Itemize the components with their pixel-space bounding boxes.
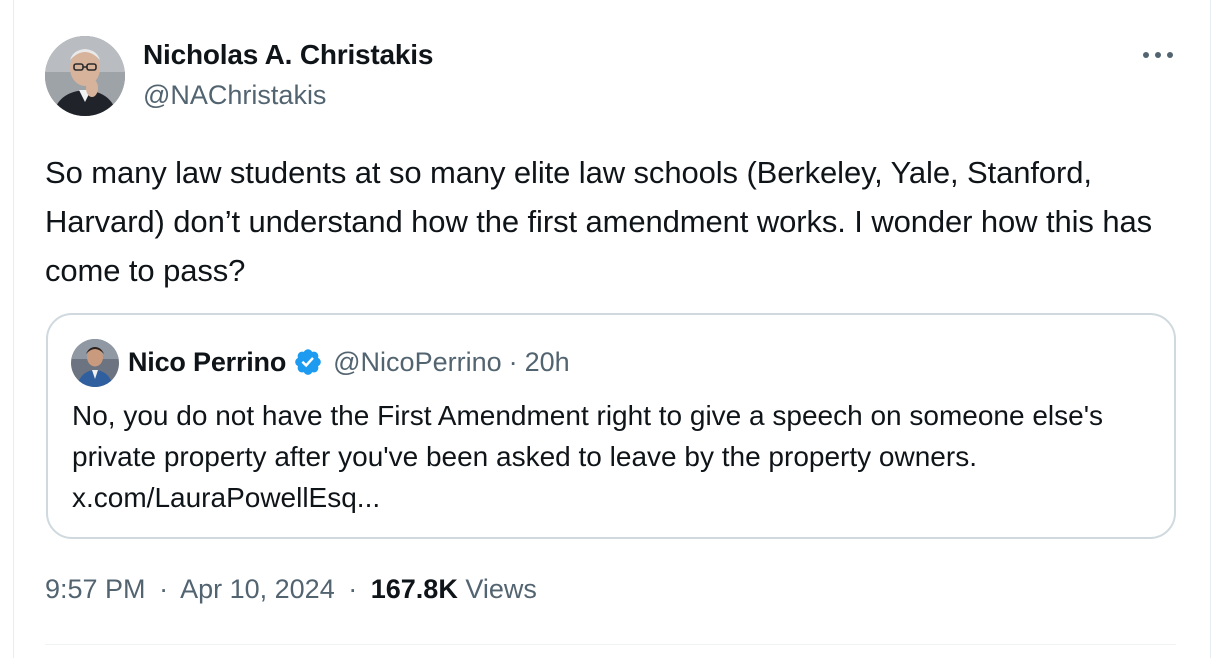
divider [45,644,1176,645]
quoted-author-handle[interactable]: @NicoPerrino [333,347,501,378]
quoted-tweet-time[interactable]: 20h [525,347,570,378]
tweet-time[interactable]: 9:57 PM [45,574,146,604]
views-label: Views [465,574,537,604]
tweet-text: So many law students at so many elite la… [45,155,1153,288]
author-display-name[interactable]: Nicholas A. Christakis [143,39,433,71]
more-horizontal-icon [1143,52,1173,58]
author-handle[interactable]: @NAChristakis [143,80,326,111]
quoted-tweet-header: Nico Perrino @NicoPerrino · 20h [128,345,570,379]
tweet-date[interactable]: Apr 10, 2024 [180,574,335,604]
more-options-button[interactable] [1138,40,1178,70]
meta-separator-1: · [159,574,169,604]
author-avatar[interactable] [45,36,125,116]
meta-separator-2: · [348,574,358,604]
verified-badge-icon [293,347,323,377]
quoted-tweet-card[interactable]: Nico Perrino @NicoPerrino · 20h No, you … [46,313,1176,539]
frame-border-left [13,0,14,658]
views-count: 167.8K [370,574,458,604]
tweet-container: Nicholas A. Christakis @NAChristakis So … [0,0,1212,658]
author-avatar-image [45,36,125,116]
quoted-header-separator: · [508,346,518,377]
tweet-meta: 9:57 PM · Apr 10, 2024 · 167.8K Views [45,574,537,605]
frame-border-right [1210,0,1211,658]
quoted-tweet-text: No, you do not have the First Amendment … [72,400,1104,513]
quoted-author-display-name[interactable]: Nico Perrino [128,347,286,378]
quoted-author-avatar-image [71,339,119,387]
quoted-author-avatar[interactable] [71,339,119,387]
